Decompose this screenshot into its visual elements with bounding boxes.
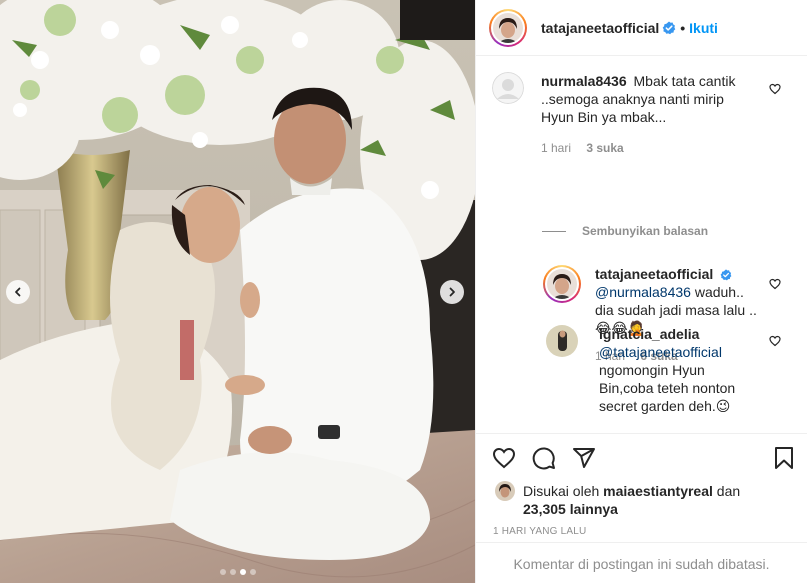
comment-item: nurmala8436 Mbak tata cantik ..semoga an… [492,72,752,157]
reply-mention[interactable]: @nurmala8436 [595,284,691,300]
follow-button[interactable]: Ikuti [689,20,718,36]
comment-time[interactable]: 1 hari [541,141,571,155]
carousel-next-button[interactable] [440,280,464,304]
comment-likes[interactable]: 3 suka [586,141,623,155]
commenter-avatar[interactable] [492,72,524,104]
carousel-prev-button[interactable] [6,280,30,304]
author-avatar[interactable] [489,8,527,47]
carousel-dot [249,569,256,575]
comments-closed-notice: Komentar di postingan ini sudah dibatasi… [476,542,807,584]
author-username[interactable]: tatajaneetaofficial [541,20,659,36]
chevron-right-icon [449,287,455,297]
reply-username[interactable]: tatajaneetaofficial [595,266,713,282]
bookmark-icon[interactable] [772,446,796,470]
likes-count[interactable]: 23,305 lainnya [523,501,618,517]
carousel-dot-active [239,569,246,575]
carousel-indicator [0,569,475,575]
carousel-dot [229,569,236,575]
action-bar: Disukai oleh maiaestiantyreal dan 23,305… [476,433,807,583]
share-icon[interactable] [572,446,596,470]
verified-badge-icon [720,269,732,281]
liked-by: Disukai oleh maiaestiantyreal dan 23,305… [495,481,741,518]
hide-replies-label: Sembunyikan balasan [582,224,709,238]
author-avatar-image [493,12,523,43]
heart-icon[interactable] [769,335,781,347]
post-media[interactable] [0,0,475,583]
post-modal: tatajaneetaofficial • Ikuti nurmala8436 [0,0,807,583]
reply-mention[interactable]: @tatajaneetaofficial [599,344,722,360]
comment-list[interactable]: nurmala8436 Mbak tata cantik ..semoga an… [476,56,807,433]
post-timestamp[interactable]: 1 HARI YANG LALU [493,526,586,537]
verified-badge-icon [662,21,676,34]
heart-icon[interactable] [769,278,781,290]
liker-avatar[interactable] [495,481,515,501]
reply-item: ignatcia_adelia @tatajaneetaofficial ngo… [546,325,776,415]
carousel-dot [219,569,226,575]
reply-avatar-image [547,269,577,299]
reply-text: ngomongin Hyun Bin,coba teteh nonton sec… [599,362,736,414]
side-panel: tatajaneetaofficial • Ikuti nurmala8436 [475,0,807,583]
comment-icon[interactable] [532,446,556,470]
heart-icon[interactable] [769,83,781,95]
liked-by-prefix: Disukai oleh [523,483,604,499]
reply-author-avatar[interactable] [543,265,581,303]
reply-username[interactable]: ignatcia_adelia [599,326,699,342]
liked-by-middle: dan [712,483,741,499]
comment-username[interactable]: nurmala8436 [541,73,627,89]
post-photo [0,0,475,583]
hide-replies-button[interactable]: Sembunyikan balasan [542,224,708,238]
reply-author-avatar[interactable] [546,325,578,357]
comment-meta: 1 hari 3 suka [541,139,741,157]
follow-separator: • [680,19,686,36]
chevron-left-icon [15,287,21,297]
liked-by-user[interactable]: maiaestiantyreal [603,483,713,499]
post-header: tatajaneetaofficial • Ikuti [476,0,807,56]
heart-icon[interactable] [492,446,516,470]
